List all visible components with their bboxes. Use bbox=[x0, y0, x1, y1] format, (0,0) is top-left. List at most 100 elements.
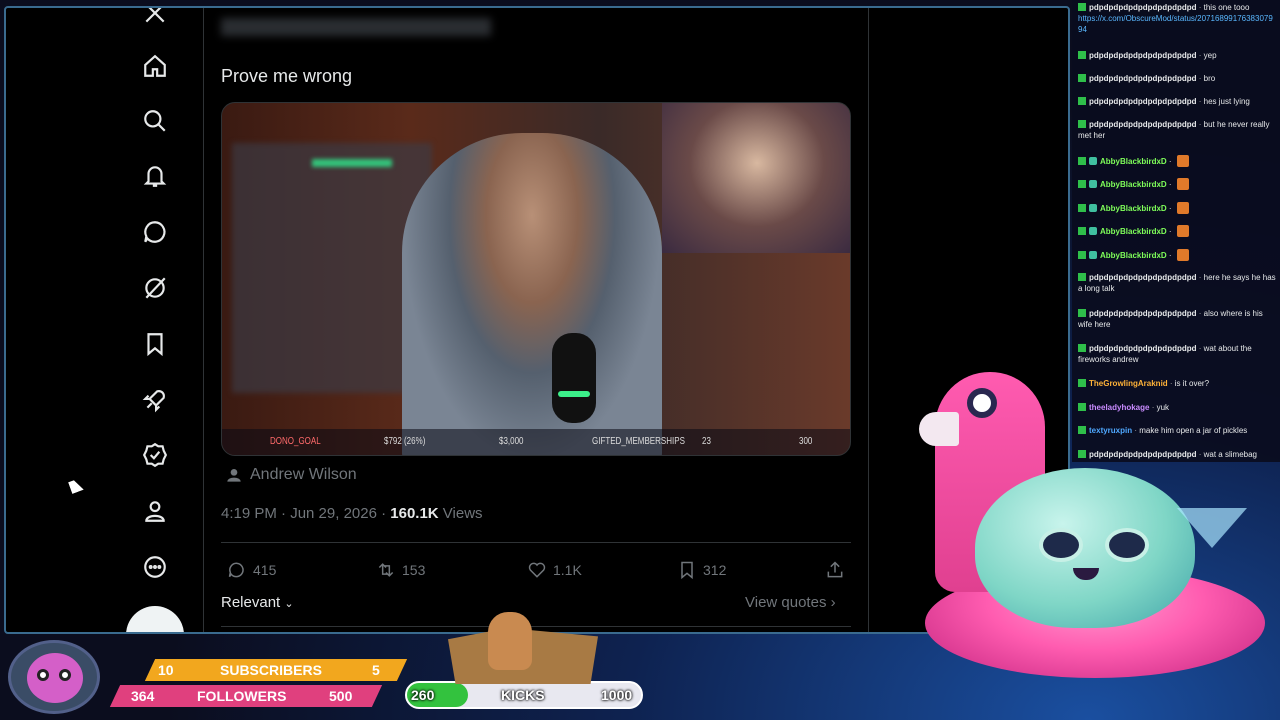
stream-overlay-stage: Prove me wrong DONO_GOAL $792 (26%) $3,0… bbox=[0, 0, 1280, 720]
view-count: 160.1K bbox=[390, 505, 439, 522]
emote-icon bbox=[1176, 155, 1189, 167]
reply-sort-dropdown[interactable]: Relevant ⌄ bbox=[221, 594, 294, 611]
view-quotes-link[interactable]: View quotes › bbox=[745, 594, 836, 611]
bookmark-button[interactable]: 312 bbox=[677, 560, 726, 580]
sort-label: Relevant bbox=[221, 594, 281, 611]
chat-message: pdpdpdpdpdpdpdpdpdpdpd · wat about the f… bbox=[1078, 343, 1276, 365]
chat-message: AbbyBlackbirdxD · bbox=[1078, 225, 1276, 237]
chat-username[interactable]: pdpdpdpdpdpdpdpdpdpdpd bbox=[1089, 74, 1197, 83]
search-icon[interactable] bbox=[140, 106, 170, 136]
chat-username[interactable]: AbbyBlackbirdxD bbox=[1100, 227, 1167, 236]
share-button[interactable] bbox=[825, 560, 845, 580]
background-poster bbox=[662, 103, 850, 253]
blurred-header bbox=[221, 18, 491, 36]
rocket-icon[interactable] bbox=[140, 385, 170, 415]
chat-message: AbbyBlackbirdxD · bbox=[1078, 155, 1276, 167]
kick-badge-icon bbox=[1078, 157, 1086, 165]
browser-window: Prove me wrong DONO_GOAL $792 (26%) $3,0… bbox=[4, 6, 1070, 634]
chat-username[interactable]: AbbyBlackbirdxD bbox=[1100, 157, 1167, 166]
tweet-timestamp[interactable]: 4:19 PM · Jun 29, 2026 · bbox=[221, 505, 390, 522]
grok-icon[interactable] bbox=[140, 273, 170, 303]
followers-goal: 500 bbox=[329, 688, 353, 704]
bookmark-count: 312 bbox=[703, 562, 727, 578]
like-count: 1.1K bbox=[553, 562, 582, 578]
chat-username[interactable]: pdpdpdpdpdpdpdpdpdpdpd bbox=[1089, 120, 1197, 129]
microphone bbox=[552, 333, 596, 423]
blurred-progress bbox=[312, 159, 392, 167]
repost-button[interactable]: 153 bbox=[376, 560, 425, 580]
profile-icon[interactable] bbox=[140, 496, 170, 526]
heart-icon bbox=[528, 562, 546, 578]
tweet-meta: 4:19 PM · Jun 29, 2026 · 160.1K Views bbox=[221, 505, 483, 522]
gifted-label: GIFTED_MEMBERSHIPS bbox=[592, 436, 685, 447]
followers-current: 364 bbox=[131, 688, 155, 704]
tweet-actions: 415 153 1.1K 312 bbox=[221, 556, 851, 586]
kick-badge-icon bbox=[1078, 3, 1086, 11]
kick-badge-icon bbox=[1078, 74, 1086, 82]
chat-separator: · bbox=[1196, 309, 1204, 318]
reply-icon bbox=[228, 562, 244, 578]
flamingo-beak bbox=[919, 412, 959, 446]
bell-icon[interactable] bbox=[140, 161, 170, 191]
sidebar-nav bbox=[126, 8, 196, 632]
chat-username[interactable]: pdpdpdpdpdpdpdpdpdpdpd bbox=[1089, 51, 1197, 60]
chat-username[interactable]: pdpdpdpdpdpdpdpdpdpdpd bbox=[1089, 3, 1197, 12]
kicks-goal-bar: 260 KICKS 1000 bbox=[405, 681, 643, 709]
subscribers-current: 10 bbox=[158, 662, 174, 678]
chevron-right-icon: › bbox=[830, 594, 836, 611]
dono-goal-target: $3,000 bbox=[499, 436, 524, 447]
chat-separator: · bbox=[1196, 120, 1204, 129]
chat-username[interactable]: pdpdpdpdpdpdpdpdpdpdpd bbox=[1089, 344, 1197, 353]
x-logo-icon[interactable] bbox=[140, 8, 170, 28]
subscribers-goal-bar: 10 SUBSCRIBERS 5 bbox=[144, 659, 408, 681]
chat-text: yep bbox=[1203, 51, 1217, 60]
reply-button[interactable]: 415 bbox=[227, 560, 276, 580]
message-icon[interactable] bbox=[140, 217, 170, 247]
bookmark-icon[interactable] bbox=[140, 329, 170, 359]
followers-label: FOLLOWERS bbox=[197, 688, 287, 704]
chat-message: pdpdpdpdpdpdpdpdpdpdpd · this one tooo ht… bbox=[1078, 2, 1276, 35]
chat-username[interactable]: pdpdpdpdpdpdpdpdpdpdpd bbox=[1089, 273, 1197, 282]
chat-separator: · bbox=[1196, 74, 1204, 83]
subscribers-label: SUBSCRIBERS bbox=[220, 662, 322, 678]
kicks-current: 260 bbox=[411, 687, 435, 703]
kicks-goal: 1000 bbox=[601, 687, 633, 703]
chat-separator: · bbox=[1196, 97, 1204, 106]
chat-message: AbbyBlackbirdxD · bbox=[1078, 202, 1276, 214]
compose-icon[interactable] bbox=[126, 606, 184, 632]
more-icon[interactable] bbox=[140, 552, 170, 582]
column-divider bbox=[203, 8, 204, 632]
view-quotes-label: View quotes bbox=[745, 594, 827, 611]
chat-username[interactable]: pdpdpdpdpdpdpdpdpdpdpd bbox=[1089, 97, 1197, 106]
followers-goal-bar: 364 FOLLOWERS 500 bbox=[109, 685, 383, 707]
tweet-video[interactable]: DONO_GOAL $792 (26%) $3,000 GIFTED_MEMBE… bbox=[221, 102, 851, 456]
chat-username[interactable]: AbbyBlackbirdxD bbox=[1100, 180, 1167, 189]
chat-username[interactable]: pdpdpdpdpdpdpdpdpdpdpd bbox=[1089, 309, 1197, 318]
chat-message: pdpdpdpdpdpdpdpdpdpdpd · bro bbox=[1078, 73, 1276, 84]
subscriber-badge-icon bbox=[1089, 227, 1097, 235]
home-icon[interactable] bbox=[140, 51, 170, 81]
video-person bbox=[402, 133, 662, 455]
chat-separator: · bbox=[1196, 273, 1204, 282]
chat-link[interactable]: https://x.com/ObscureMod/status/20716899… bbox=[1078, 14, 1273, 34]
like-button[interactable]: 1.1K bbox=[527, 560, 582, 580]
chat-username[interactable]: AbbyBlackbirdxD bbox=[1100, 251, 1167, 260]
chat-text: hes just lying bbox=[1203, 97, 1250, 106]
tweet-text: Prove me wrong bbox=[221, 66, 353, 86]
kick-badge-icon bbox=[1078, 251, 1086, 259]
kick-badge-icon bbox=[1078, 120, 1086, 128]
subscriber-badge-icon bbox=[1089, 251, 1097, 259]
chat-message: pdpdpdpdpdpdpdpdpdpdpd · also where is h… bbox=[1078, 308, 1276, 330]
chat-username[interactable]: AbbyBlackbirdxD bbox=[1100, 204, 1167, 213]
repost-icon bbox=[378, 563, 394, 577]
author-name: Andrew Wilson bbox=[250, 466, 357, 483]
video-author[interactable]: Andrew Wilson bbox=[226, 466, 357, 484]
repost-count: 153 bbox=[402, 562, 426, 578]
verified-icon[interactable] bbox=[140, 440, 170, 470]
subscriber-badge-icon bbox=[1089, 157, 1097, 165]
avatar-eye-right bbox=[1105, 528, 1149, 562]
chat-separator: · bbox=[1196, 344, 1204, 353]
chat-message: AbbyBlackbirdxD · bbox=[1078, 178, 1276, 190]
dono-goal-label: DONO_GOAL bbox=[270, 436, 321, 447]
cat bbox=[488, 612, 532, 670]
